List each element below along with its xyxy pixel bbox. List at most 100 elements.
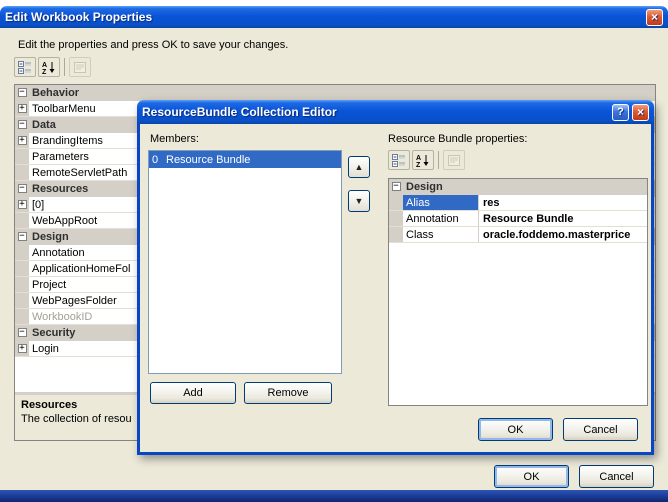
inner-dialog-title: ResourceBundle Collection Editor (142, 105, 337, 119)
row-label: [0] (32, 198, 45, 211)
property-name[interactable]: Annotation (403, 211, 479, 226)
property-pages-icon (69, 57, 91, 77)
row-label: Login (32, 342, 59, 355)
inner-cancel-button[interactable]: Cancel (563, 418, 638, 441)
row-label: ToolbarMenu (32, 102, 96, 115)
row-label: Parameters (32, 150, 89, 163)
outer-property-toolbar: A Z (14, 57, 93, 77)
expand-icon[interactable]: + (17, 200, 27, 209)
property-value[interactable]: res (479, 197, 647, 209)
row-label: ApplicationHomeFol (32, 262, 131, 275)
row-gutter (15, 213, 29, 228)
expand-icon[interactable]: + (17, 104, 27, 113)
svg-text:Z: Z (416, 162, 421, 167)
row-label: Behavior (32, 86, 80, 99)
row-label: Data (32, 118, 56, 131)
row-gutter (15, 149, 29, 164)
window-bottom-border (0, 490, 668, 502)
svg-text:Z: Z (42, 69, 47, 74)
property-name[interactable]: Alias (403, 195, 479, 210)
property-row-annotation[interactable]: Annotation Resource Bundle (389, 211, 647, 227)
member-row-resource-bundle[interactable]: 0 Resource Bundle (149, 151, 341, 168)
members-label: Members: (150, 133, 199, 145)
resourcebundle-collection-editor-dialog: ResourceBundle Collection Editor ? × Mem… (137, 100, 654, 455)
collapse-icon[interactable]: − (391, 182, 401, 191)
row-label: Annotation (32, 246, 85, 259)
toolbar-separator (64, 58, 65, 76)
property-row-class[interactable]: Class oracle.foddemo.masterprice (389, 227, 647, 243)
row-label: WebPagesFolder (32, 294, 117, 307)
help-icon[interactable]: ? (612, 103, 629, 121)
property-value[interactable]: oracle.foddemo.masterprice (479, 229, 647, 241)
move-down-button[interactable]: ▼ (348, 190, 370, 212)
row-label: WebAppRoot (32, 214, 98, 227)
row-label: Resources (32, 182, 89, 195)
row-label: Design (32, 230, 69, 243)
row-gutter (15, 277, 29, 292)
outer-cancel-button[interactable]: Cancel (579, 465, 654, 488)
screen: Edit Workbook Properties × Edit the prop… (0, 0, 668, 502)
category-row-design[interactable]: − Design (389, 179, 647, 195)
inner-grid-empty-area (389, 243, 647, 405)
property-name[interactable]: Class (403, 227, 479, 242)
row-label: RemoteServletPath (32, 166, 128, 179)
outer-dialog-title: Edit Workbook Properties (5, 10, 153, 24)
row-gutter: − (15, 229, 29, 244)
toolbar-separator (438, 151, 439, 169)
row-gutter: − (15, 85, 29, 100)
collapse-icon[interactable]: − (17, 328, 27, 337)
row-gutter: − (15, 117, 29, 132)
remove-button[interactable]: Remove (244, 382, 332, 404)
row-gutter (389, 195, 403, 210)
categorized-icon[interactable] (14, 57, 36, 77)
row-gutter (15, 245, 29, 260)
instructions-text: Edit the properties and press OK to save… (18, 39, 289, 51)
resource-bundle-properties-label: Resource Bundle properties: (388, 133, 528, 145)
expand-icon[interactable]: + (17, 344, 27, 353)
move-up-button[interactable]: ▲ (348, 156, 370, 178)
inner-titlebar[interactable]: ResourceBundle Collection Editor ? × (137, 100, 654, 124)
row-gutter: + (15, 197, 29, 212)
close-icon[interactable]: × (632, 103, 649, 121)
row-gutter: − (15, 181, 29, 196)
row-label: WorkbookID (32, 310, 93, 323)
member-label: Resource Bundle (166, 153, 251, 166)
expand-icon[interactable]: + (17, 136, 27, 145)
collapse-icon[interactable]: − (17, 120, 27, 129)
outer-ok-button[interactable]: OK (494, 465, 569, 488)
row-label: Project (32, 278, 67, 291)
row-gutter: − (15, 325, 29, 340)
row-label: Design (406, 180, 443, 193)
row-label: BrandingItems (32, 134, 103, 147)
alphabetical-sort-icon[interactable]: A Z (38, 57, 60, 77)
row-gutter (389, 227, 403, 242)
collapse-icon[interactable]: − (17, 88, 27, 97)
member-index: 0 (152, 153, 159, 166)
down-arrow-icon: ▼ (354, 195, 364, 206)
row-gutter: − (389, 179, 403, 194)
property-pages-icon (443, 150, 465, 170)
categorized-icon[interactable] (388, 150, 410, 170)
row-gutter (15, 309, 29, 324)
close-icon[interactable]: × (646, 8, 663, 26)
property-value[interactable]: Resource Bundle (479, 213, 647, 225)
outer-titlebar[interactable]: Edit Workbook Properties × (0, 6, 668, 28)
row-gutter (15, 261, 29, 276)
inner-property-toolbar: A Z (388, 150, 467, 170)
inner-grid-rows: − Design Alias res Annotation Resource Bundle… (389, 179, 647, 243)
row-gutter: + (15, 341, 29, 356)
row-gutter: + (15, 101, 29, 116)
property-row-alias[interactable]: Alias res (389, 195, 647, 211)
svg-text:A: A (416, 155, 421, 162)
alphabetical-sort-icon[interactable]: A Z (412, 150, 434, 170)
inner-ok-button[interactable]: OK (478, 418, 553, 441)
up-arrow-icon: ▲ (354, 161, 364, 172)
collapse-icon[interactable]: − (17, 184, 27, 193)
category-row-behavior[interactable]: − Behavior (15, 85, 655, 101)
collapse-icon[interactable]: − (17, 232, 27, 241)
inner-dialog-body: Members: 0 Resource Bundle ▲ ▼ Add Remove… (137, 124, 654, 455)
inner-property-grid: − Design Alias res Annotation Resource Bundle… (388, 178, 648, 406)
row-gutter (15, 165, 29, 180)
members-listbox[interactable]: 0 Resource Bundle (148, 150, 342, 374)
add-button[interactable]: Add (150, 382, 236, 404)
